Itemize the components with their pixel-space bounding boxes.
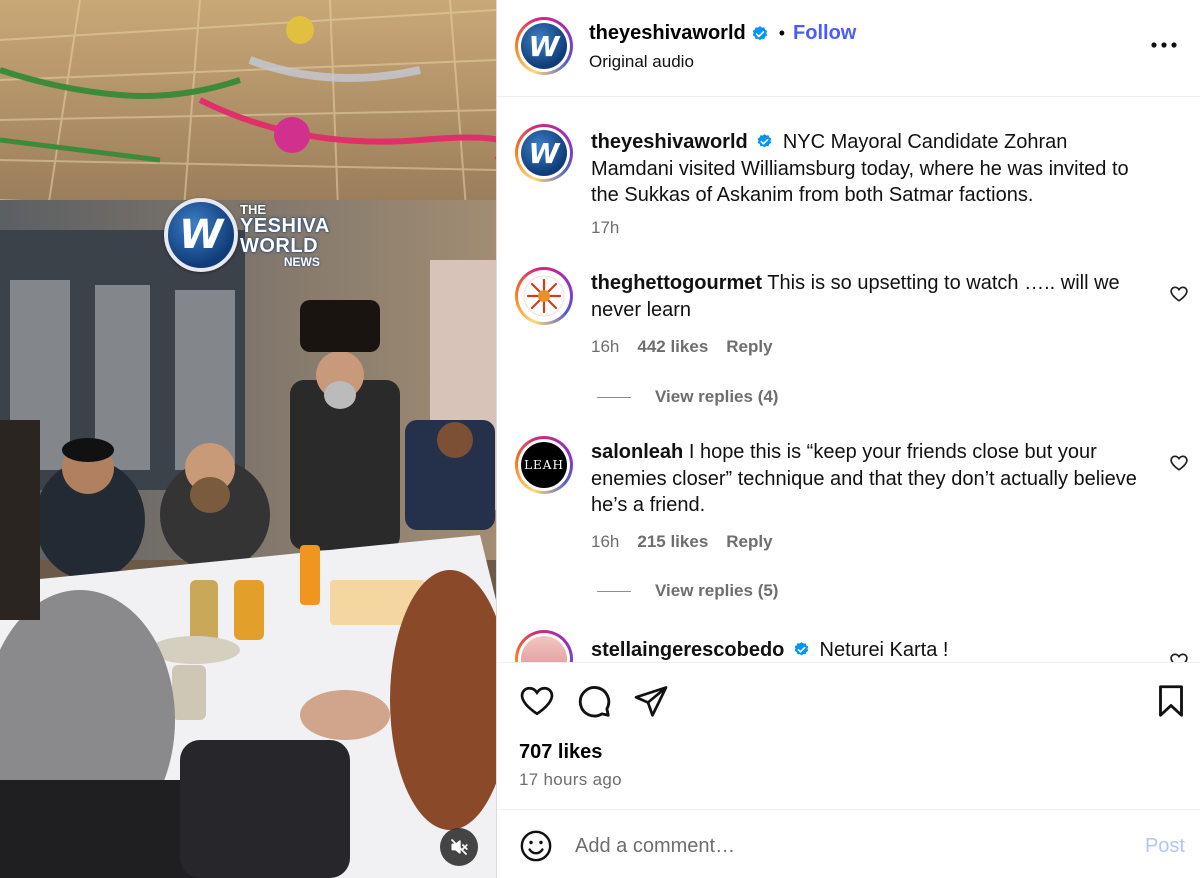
leah-logo: LEAH <box>524 458 564 472</box>
view-replies-label: View replies (4) <box>655 387 779 406</box>
view-replies-button[interactable]: View replies (5) <box>597 581 778 601</box>
verified-badge-icon <box>752 25 767 40</box>
post-comment-button[interactable]: Post <box>1145 835 1185 858</box>
yeshiva-world-logo: W <box>164 198 238 272</box>
original-audio-link[interactable]: Original audio <box>589 52 694 72</box>
more-options-button[interactable] <box>1149 30 1179 60</box>
post-timestamp: 17 hours ago <box>519 770 622 789</box>
speaker-muted-icon <box>450 838 468 856</box>
comment-username[interactable]: theghettogourmet <box>591 272 762 294</box>
follow-button[interactable]: Follow <box>793 22 856 45</box>
replies-divider-line <box>597 396 631 398</box>
heart-icon[interactable] <box>519 683 555 719</box>
post-details-panel: W theyeshivaworld • Follow Original audi… <box>496 0 1200 878</box>
watermark-the: THE <box>240 201 266 217</box>
comment-likes[interactable]: 442 likes <box>637 337 708 357</box>
commenter-avatar[interactable]: LEAH <box>515 436 573 494</box>
caption-username[interactable]: theyeshivaworld <box>591 131 748 153</box>
verified-badge-icon <box>757 134 772 148</box>
more-horizontal-icon <box>1151 42 1177 48</box>
bookmark-icon[interactable] <box>1153 683 1189 719</box>
comment-likes[interactable]: 215 likes <box>637 532 708 552</box>
caption-time: 17h <box>591 218 620 237</box>
comments-list[interactable]: W theyeshivaworld NYC Mayoral Candidate … <box>497 97 1200 662</box>
verified-badge-icon <box>794 642 809 656</box>
watermark-world: WORLD <box>240 234 319 257</box>
reply-button[interactable]: Reply <box>726 532 772 552</box>
replies-divider-line <box>597 590 631 592</box>
author-username[interactable]: theyeshivaworld <box>589 22 746 45</box>
mute-toggle-button[interactable] <box>440 828 478 866</box>
watermark-news: NEWS <box>283 254 320 269</box>
channel-watermark: W THE YESHIVA WORLD NEWS <box>164 198 330 272</box>
post-video[interactable]: W THE YESHIVA WORLD NEWS <box>0 0 496 878</box>
watermark-yeshiva: YESHIVA <box>240 214 330 237</box>
view-replies-label: View replies (5) <box>655 581 779 600</box>
comment-text: Neturei Karta ! <box>819 639 949 661</box>
comment-input[interactable] <box>575 828 1115 864</box>
author-avatar[interactable]: W <box>515 17 573 75</box>
commenter-avatar[interactable] <box>515 267 573 325</box>
comment-like-heart-icon[interactable] <box>1169 453 1189 473</box>
comment-like-heart-icon[interactable] <box>1169 651 1189 662</box>
post-like-count[interactable]: 707 likes <box>519 741 602 764</box>
video-frame <box>0 0 496 878</box>
commenter-avatar[interactable] <box>515 630 573 662</box>
reply-button[interactable]: Reply <box>726 337 772 357</box>
paper-plane-icon[interactable] <box>633 683 669 719</box>
smiley-icon[interactable] <box>519 829 553 863</box>
comment-username[interactable]: salonleah <box>591 441 683 463</box>
comment-time: 16h <box>591 532 620 551</box>
add-comment-bar: Post <box>497 810 1200 878</box>
ghetto-gourmet-logo <box>523 275 565 317</box>
comment-time: 16h <box>591 337 620 356</box>
comment-like-heart-icon[interactable] <box>1169 284 1189 304</box>
separator-dot: • <box>778 23 786 43</box>
comment-bubble-icon[interactable] <box>576 683 612 719</box>
caption-author-avatar[interactable]: W <box>515 124 573 182</box>
comment-username[interactable]: stellaingerescobedo <box>591 639 784 661</box>
view-replies-button[interactable]: View replies (4) <box>597 387 778 407</box>
post-actions: 707 likes 17 hours ago <box>497 662 1200 810</box>
post-header: W theyeshivaworld • Follow Original audi… <box>497 0 1200 97</box>
